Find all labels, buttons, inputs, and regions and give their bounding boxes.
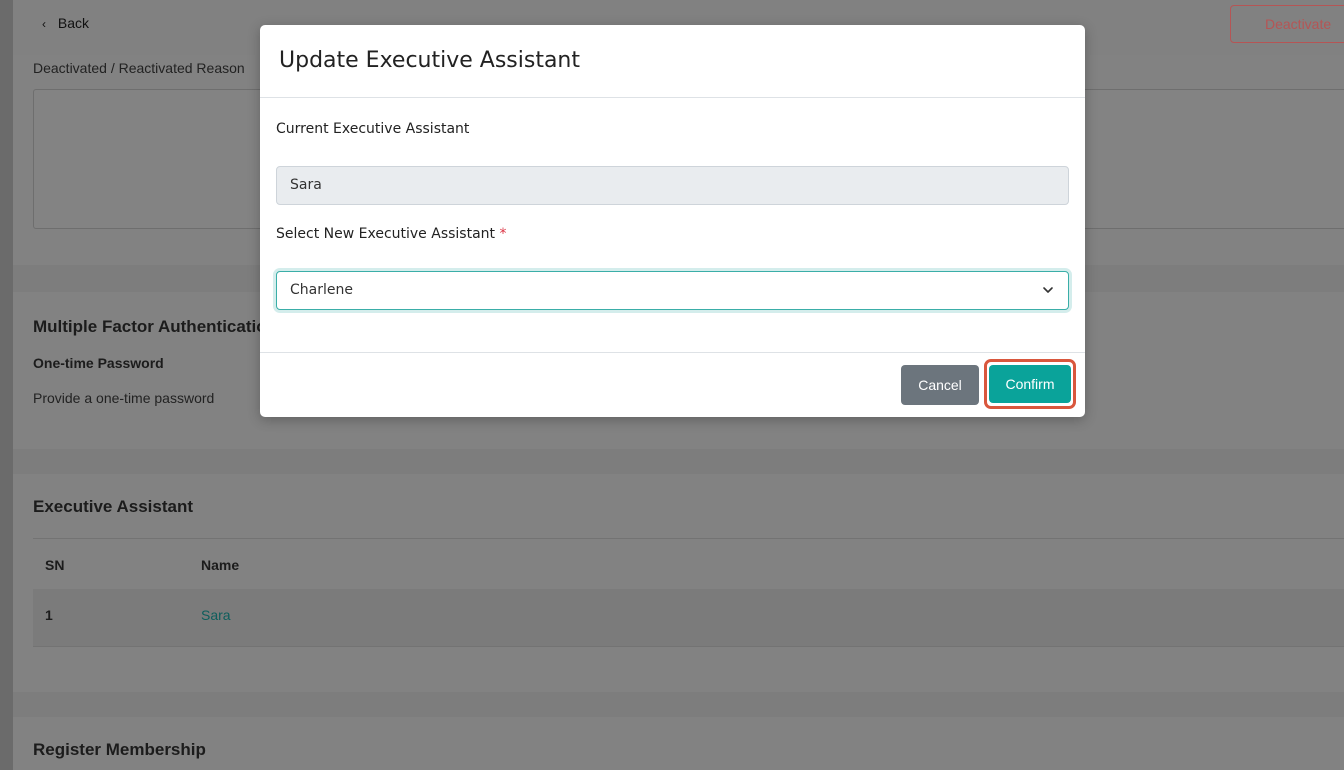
back-label: Back: [57, 15, 90, 31]
table-row: 1 Sara: [33, 589, 1344, 647]
column-header-name: Name: [201, 557, 240, 573]
register-membership-title: Register Membership: [33, 740, 206, 759]
update-ea-modal: Update Executive Assistant Current Execu…: [260, 25, 1085, 417]
confirm-button[interactable]: Confirm: [989, 365, 1071, 403]
modal-footer-divider: [260, 352, 1085, 353]
mfa-description: Provide a one-time password: [33, 390, 215, 406]
new-ea-select[interactable]: Charlene: [276, 271, 1069, 310]
row-name-link[interactable]: Sara: [201, 607, 231, 623]
row-sn: 1: [45, 607, 53, 623]
mfa-title: Multiple Factor Authentication: [33, 317, 277, 336]
column-header-sn: SN: [45, 557, 65, 573]
new-ea-selected-value: Charlene: [290, 282, 353, 298]
chevron-left-icon: ‹: [42, 17, 46, 31]
modal-header-divider: [260, 97, 1085, 98]
executive-assistant-card: Executive Assistant SN Name 1 Sara: [13, 474, 1344, 692]
register-membership-card: Register Membership: [13, 717, 1344, 770]
ea-title: Executive Assistant: [33, 497, 193, 516]
required-mark: *: [499, 226, 507, 242]
current-ea-field: Sara: [276, 166, 1069, 205]
chevron-down-icon: [1043, 287, 1053, 293]
new-ea-label: Select New Executive Assistant *: [276, 226, 506, 242]
current-ea-label: Current Executive Assistant: [276, 121, 470, 137]
mfa-subtitle: One-time Password: [33, 355, 164, 371]
ea-divider: [33, 538, 1344, 539]
modal-title: Update Executive Assistant: [279, 48, 580, 73]
cancel-button[interactable]: Cancel: [901, 365, 979, 405]
deactivate-button[interactable]: Deactivate: [1230, 5, 1344, 43]
left-edge-strip: [0, 0, 13, 770]
back-link[interactable]: ‹ Back: [42, 15, 89, 31]
reason-label: Deactivated / Reactivated Reason: [33, 60, 245, 76]
new-ea-label-text: Select New Executive Assistant: [276, 226, 496, 242]
